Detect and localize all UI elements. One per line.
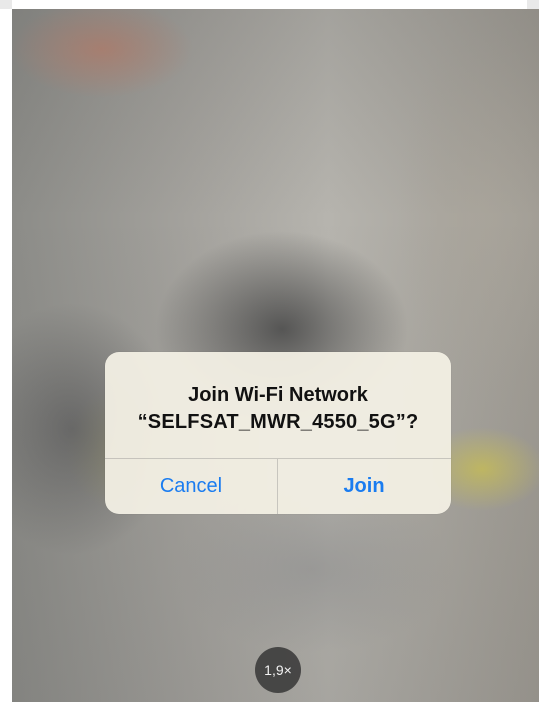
top-left-corner — [0, 0, 12, 9]
join-button[interactable]: Join — [278, 459, 450, 514]
alert-network-name: “SELFSAT_MWR_4550_5G”? — [137, 411, 419, 433]
alert-buttons: Cancel Join — [105, 459, 451, 514]
alert-body: Join Wi-Fi Network “SELFSAT_MWR_4550_5G”… — [105, 352, 451, 458]
alert-title: Join Wi-Fi Network — [188, 384, 368, 406]
screen: Join Wi-Fi Network “SELFSAT_MWR_4550_5G”… — [0, 0, 539, 702]
top-right-corner — [527, 0, 539, 9]
zoom-level-button[interactable]: 1,9× — [255, 647, 301, 693]
top-strip — [0, 0, 539, 9]
join-wifi-alert: Join Wi-Fi Network “SELFSAT_MWR_4550_5G”… — [105, 352, 451, 514]
cancel-button[interactable]: Cancel — [105, 459, 277, 514]
